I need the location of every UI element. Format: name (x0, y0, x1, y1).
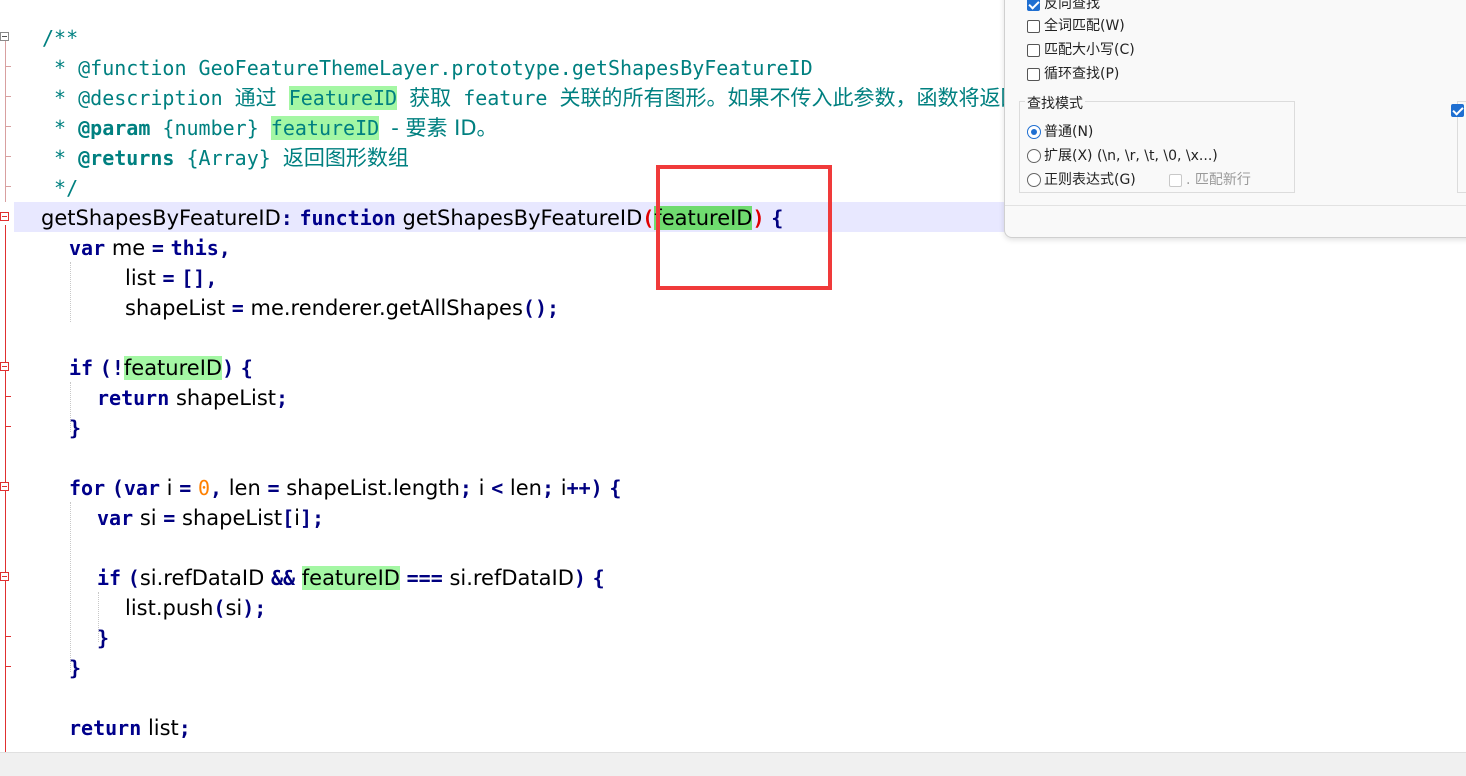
whole-word-option[interactable]: 全词匹配(W) (1027, 15, 1125, 37)
code-line: } (97, 626, 110, 650)
code-line: * @returns {Array} 返回图形数组 (42, 146, 409, 170)
checkbox-icon[interactable] (1027, 67, 1040, 81)
mode-regex-radio[interactable]: 正则表达式(G) (1027, 169, 1136, 191)
radio-icon[interactable] (1027, 125, 1041, 139)
horizontal-scrollbar[interactable] (0, 752, 1466, 776)
code-line: return list; (69, 716, 191, 740)
code-line: */ (54, 176, 79, 200)
checkbox-icon[interactable] (1451, 103, 1464, 117)
code-line: } (69, 656, 82, 680)
dialog-divider (1005, 205, 1466, 206)
checkbox-icon[interactable] (1169, 173, 1182, 187)
code-line: if (!featureID) { (69, 356, 253, 380)
wrap-search-option[interactable]: 循环查找(P) (1027, 63, 1119, 85)
reverse-search-option[interactable]: 反向查找 (1027, 0, 1100, 15)
code-line: list = [], (125, 266, 218, 290)
search-mode-label: 查找模式 (1025, 93, 1085, 113)
annotation-highlight-box (656, 165, 832, 290)
code-line: shapeList = me.renderer.getAllShapes(); (125, 296, 560, 320)
fold-toggle-icon[interactable] (0, 32, 9, 41)
checkbox-icon[interactable] (1027, 0, 1040, 11)
code-line: return shapeList; (97, 386, 289, 410)
match-case-option[interactable]: 匹配大小写(C) (1027, 39, 1135, 61)
transparency-checkbox[interactable] (1451, 99, 1466, 121)
code-line: /** (42, 26, 79, 50)
mode-extended-radio[interactable]: 扩展(X) (\n, \r, \t, \0, \x...) (1027, 145, 1218, 167)
code-line: var me = this, (69, 236, 231, 260)
radio-icon[interactable] (1027, 149, 1041, 163)
dot-newline-option[interactable]: . 匹配新行 (1169, 169, 1251, 191)
code-editor[interactable]: /** * @function GeoFeatureThemeLayer.pro… (0, 0, 1466, 752)
fold-toggle-icon[interactable] (0, 482, 9, 491)
code-line: var si = shapeList[i]; (97, 506, 325, 530)
checkbox-icon[interactable] (1027, 43, 1040, 57)
fold-toggle-icon[interactable] (0, 572, 9, 581)
code-line: * @param {number} featureID - 要素 ID。 (42, 116, 498, 140)
code-line: } (69, 416, 82, 440)
code-line: * @description 通过 FeatureID 获取 feature 关… (42, 86, 1127, 110)
fold-gutter (0, 0, 14, 752)
code-line: if (si.refDataID && featureID === si.ref… (97, 566, 605, 590)
radio-icon[interactable] (1027, 173, 1041, 187)
checkbox-icon[interactable] (1027, 19, 1040, 33)
code-line: list.push(si); (125, 596, 267, 620)
fold-toggle-icon[interactable] (0, 362, 9, 371)
code-line: for (var i = 0, len = shapeList.length; … (69, 476, 622, 500)
fold-toggle-icon[interactable] (0, 212, 9, 221)
mode-normal-radio[interactable]: 普通(N) (1027, 121, 1093, 143)
find-dialog: 反向查找 全词匹配(W) 匹配大小写(C) 循环查找(P) 查找模式 普通(N)… (1004, 0, 1466, 238)
code-line: * @function GeoFeatureThemeLayer.prototy… (42, 56, 813, 80)
